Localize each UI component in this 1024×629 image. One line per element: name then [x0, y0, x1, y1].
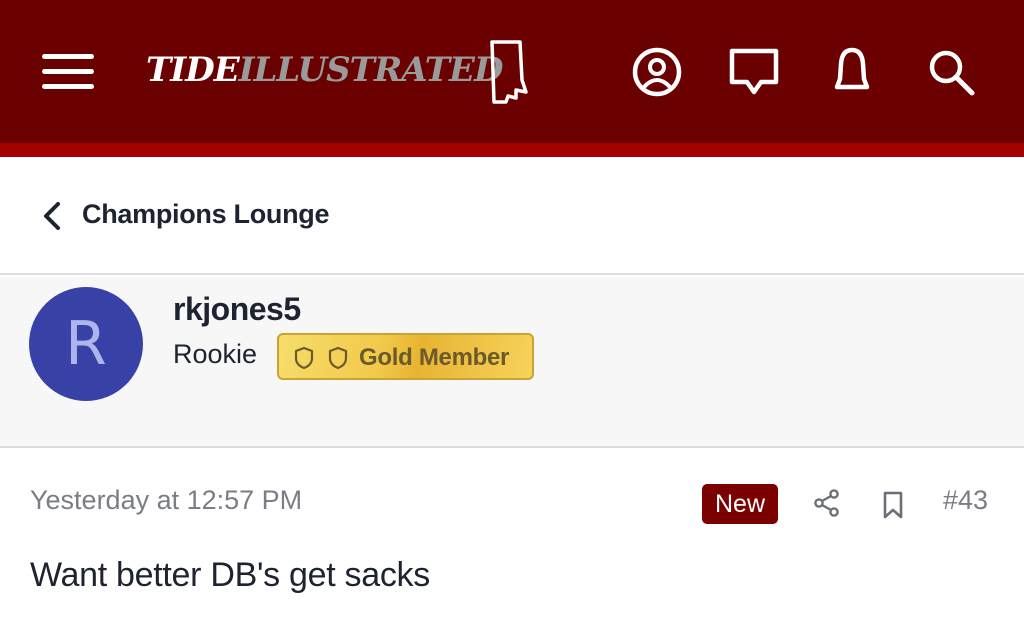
shield-icon — [294, 346, 314, 370]
menu-line — [42, 69, 94, 74]
breadcrumb-label[interactable]: Champions Lounge — [82, 199, 330, 230]
alabama-state-icon — [490, 40, 528, 104]
username[interactable]: rkjones5 — [173, 291, 301, 328]
site-logo[interactable]: TIDEILLUSTRATED — [146, 40, 546, 104]
chevron-left-icon[interactable] — [40, 200, 64, 232]
post-number[interactable]: #43 — [943, 485, 988, 516]
shield-icon — [328, 346, 348, 370]
post-meta: Yesterday at 12:57 PM New #43 — [0, 450, 1024, 560]
account-icon[interactable] — [630, 42, 684, 100]
badge-label: Gold Member — [359, 344, 510, 371]
menu-line — [42, 54, 94, 59]
new-badge: New — [702, 484, 778, 524]
logo-tide-text: TIDE — [146, 50, 240, 90]
avatar[interactable]: R — [29, 287, 143, 401]
search-icon[interactable] — [924, 42, 978, 100]
post-body: Want better DB's get sacks — [30, 556, 430, 594]
user-title: Rookie — [173, 339, 258, 369]
post-author: R rkjones5 Rookie Gold Member — [0, 277, 1024, 448]
menu-icon[interactable] — [40, 52, 96, 92]
messages-icon[interactable] — [727, 42, 781, 100]
bookmark-icon[interactable] — [881, 490, 905, 520]
header-accent-stripe — [0, 143, 1024, 157]
alerts-icon[interactable] — [825, 42, 879, 100]
logo-wordmark: TIDEILLUSTRATED — [146, 50, 504, 90]
menu-line — [42, 84, 94, 89]
post-timestamp[interactable]: Yesterday at 12:57 PM — [30, 485, 302, 516]
site-header: TIDEILLUSTRATED — [0, 0, 1024, 143]
logo-illustrated-text: ILLUSTRATED — [238, 50, 504, 90]
share-icon[interactable] — [813, 488, 841, 518]
breadcrumb[interactable]: Champions Lounge — [0, 157, 1024, 275]
gold-member-badge: Gold Member — [277, 333, 534, 380]
